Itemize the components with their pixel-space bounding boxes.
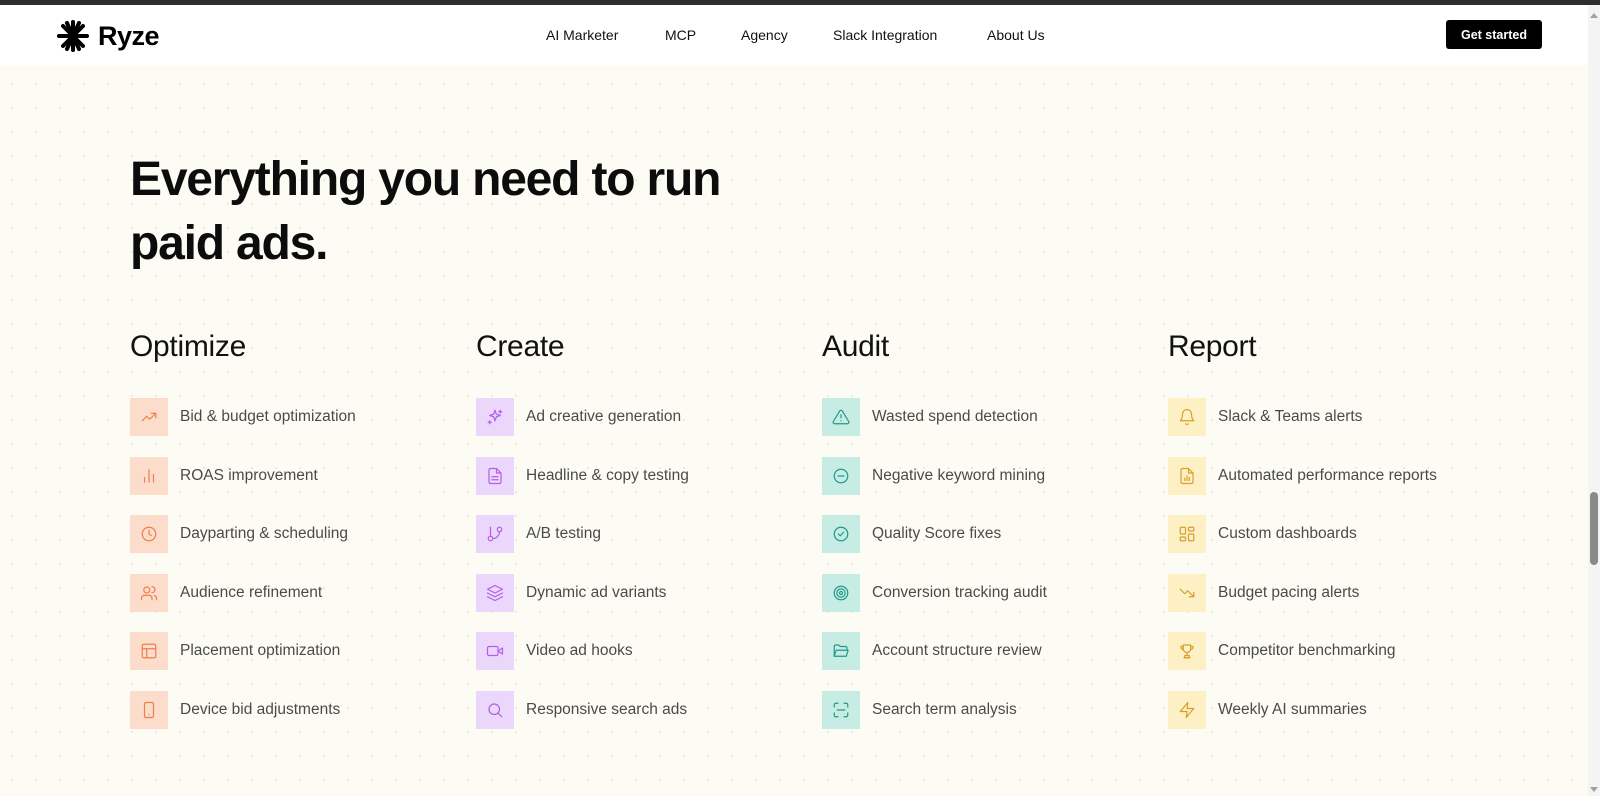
tablet-icon xyxy=(130,690,168,729)
clock-icon xyxy=(130,515,168,554)
page-title-line-1: Everything you need to run xyxy=(130,153,721,206)
nav-link-slack-integration[interactable]: Slack Integration xyxy=(833,27,937,43)
list-item[interactable]: Wasted spend detection xyxy=(822,398,1152,436)
list-item[interactable]: Competitor benchmarking xyxy=(1168,632,1498,671)
trophy-icon xyxy=(1168,632,1206,671)
list-item[interactable]: Quality Score fixes xyxy=(822,515,1152,554)
feature-label: Weekly AI summaries xyxy=(1218,700,1367,718)
nav-link-about-us[interactable]: About Us xyxy=(987,27,1045,43)
feature-label: Account structure review xyxy=(872,642,1042,660)
video-icon xyxy=(476,632,514,671)
list-item[interactable]: Headline & copy testing xyxy=(476,456,806,495)
feature-label: Dayparting & scheduling xyxy=(180,525,349,543)
feature-label: Device bid adjustments xyxy=(180,700,341,718)
site-header: Ryze AI Marketer MCP Agency Slack Integr… xyxy=(0,5,1588,65)
list-item[interactable]: Account structure review xyxy=(822,632,1152,671)
feature-label: Budget pacing alerts xyxy=(1218,583,1360,601)
feature-label: Video ad hooks xyxy=(526,642,633,660)
feature-label: Search term analysis xyxy=(872,700,1017,718)
get-started-button[interactable]: Get started xyxy=(1446,20,1542,49)
column-report: Report Slack & Teams alerts Automated pe… xyxy=(1168,330,1498,750)
list-item[interactable]: Dynamic ad variants xyxy=(476,573,806,612)
scan-icon xyxy=(822,690,860,729)
column-create: Create Ad creative generation Headline &… xyxy=(476,330,806,750)
feature-label: Responsive search ads xyxy=(526,700,688,718)
column-optimize: Optimize Bid & budget optimization ROAS … xyxy=(130,330,460,750)
feature-label: Quality Score fixes xyxy=(872,525,1002,543)
feature-label: Audience refinement xyxy=(180,583,323,601)
list-item[interactable]: A/B testing xyxy=(476,515,806,554)
dashboard-icon xyxy=(1168,515,1206,554)
feature-label: Placement optimization xyxy=(180,642,341,660)
list-item[interactable]: Dayparting & scheduling xyxy=(130,515,460,554)
nav-link-ai-marketer[interactable]: AI Marketer xyxy=(546,27,618,43)
list-item[interactable]: ROAS improvement xyxy=(130,456,460,495)
column-audit: Audit Wasted spend detection Negative ke… xyxy=(822,330,1152,750)
feature-list-audit: Wasted spend detection Negative keyword … xyxy=(822,398,1152,729)
alert-triangle-icon xyxy=(822,398,860,436)
list-item[interactable]: Video ad hooks xyxy=(476,632,806,671)
scroll-up-arrow-icon[interactable] xyxy=(1590,13,1598,18)
column-title-create: Create xyxy=(476,330,565,363)
folder-open-icon xyxy=(822,632,860,671)
list-item[interactable]: Budget pacing alerts xyxy=(1168,573,1498,612)
column-title-optimize: Optimize xyxy=(130,330,246,363)
feature-list-create: Ad creative generation Headline & copy t… xyxy=(476,398,806,729)
list-item[interactable]: Device bid adjustments xyxy=(130,690,460,729)
list-item[interactable]: Conversion tracking audit xyxy=(822,573,1152,612)
feature-label: Automated performance reports xyxy=(1218,466,1437,484)
bell-icon xyxy=(1168,398,1206,436)
trending-down-icon xyxy=(1168,573,1206,612)
minus-circle-icon xyxy=(822,456,860,495)
feature-label: ROAS improvement xyxy=(180,466,318,484)
search-icon xyxy=(476,690,514,729)
zap-icon xyxy=(1168,690,1206,729)
list-item[interactable]: Search term analysis xyxy=(822,690,1152,729)
list-item[interactable]: Custom dashboards xyxy=(1168,515,1498,554)
list-item[interactable]: Ad creative generation xyxy=(476,398,806,436)
list-item[interactable]: Slack & Teams alerts xyxy=(1168,398,1498,436)
sparkles-icon xyxy=(476,398,514,436)
scroll-down-arrow-icon[interactable] xyxy=(1590,787,1598,792)
users-icon xyxy=(130,573,168,612)
page-scrollbar[interactable] xyxy=(1588,5,1600,796)
trending-up-icon xyxy=(130,398,168,436)
feature-label: Competitor benchmarking xyxy=(1218,642,1396,660)
feature-label: Wasted spend detection xyxy=(872,408,1038,425)
feature-label: Headline & copy testing xyxy=(526,466,689,484)
bar-chart-icon xyxy=(130,456,168,495)
nav-link-agency[interactable]: Agency xyxy=(741,27,788,43)
git-branch-icon xyxy=(476,515,514,554)
list-item[interactable]: Negative keyword mining xyxy=(822,456,1152,495)
feature-label: Bid & budget optimization xyxy=(180,408,356,425)
list-item[interactable]: Automated performance reports xyxy=(1168,456,1498,495)
nav-link-mcp[interactable]: MCP xyxy=(665,27,696,43)
feature-label: A/B testing xyxy=(526,525,601,543)
list-item[interactable]: Audience refinement xyxy=(130,573,460,612)
feature-label: Slack & Teams alerts xyxy=(1218,408,1363,425)
feature-list-optimize: Bid & budget optimization ROAS improveme… xyxy=(130,398,460,729)
feature-label: Conversion tracking audit xyxy=(872,583,1047,601)
feature-list-report: Slack & Teams alerts Automated performan… xyxy=(1168,398,1498,729)
column-title-report: Report xyxy=(1168,330,1257,363)
list-item[interactable]: Weekly AI summaries xyxy=(1168,690,1498,729)
page-title-line-2: paid ads. xyxy=(130,217,328,270)
column-title-audit: Audit xyxy=(822,330,889,363)
file-text-icon xyxy=(476,456,514,495)
page-title: Everything you need to run paid ads. xyxy=(130,148,830,276)
list-item[interactable]: Responsive search ads xyxy=(476,690,806,729)
feature-label: Negative keyword mining xyxy=(872,466,1046,484)
layout-icon xyxy=(130,632,168,671)
list-item[interactable]: Bid & budget optimization xyxy=(130,398,460,436)
target-icon xyxy=(822,573,860,612)
main-nav: AI Marketer MCP Agency Slack Integration… xyxy=(0,5,1588,65)
feature-label: Dynamic ad variants xyxy=(526,583,667,601)
file-chart-icon xyxy=(1168,456,1206,495)
list-item[interactable]: Placement optimization xyxy=(130,632,460,671)
check-circle-icon xyxy=(822,515,860,554)
feature-label: Ad creative generation xyxy=(526,408,682,425)
layers-icon xyxy=(476,573,514,612)
scrollbar-thumb[interactable] xyxy=(1590,492,1598,565)
feature-label: Custom dashboards xyxy=(1218,525,1357,543)
